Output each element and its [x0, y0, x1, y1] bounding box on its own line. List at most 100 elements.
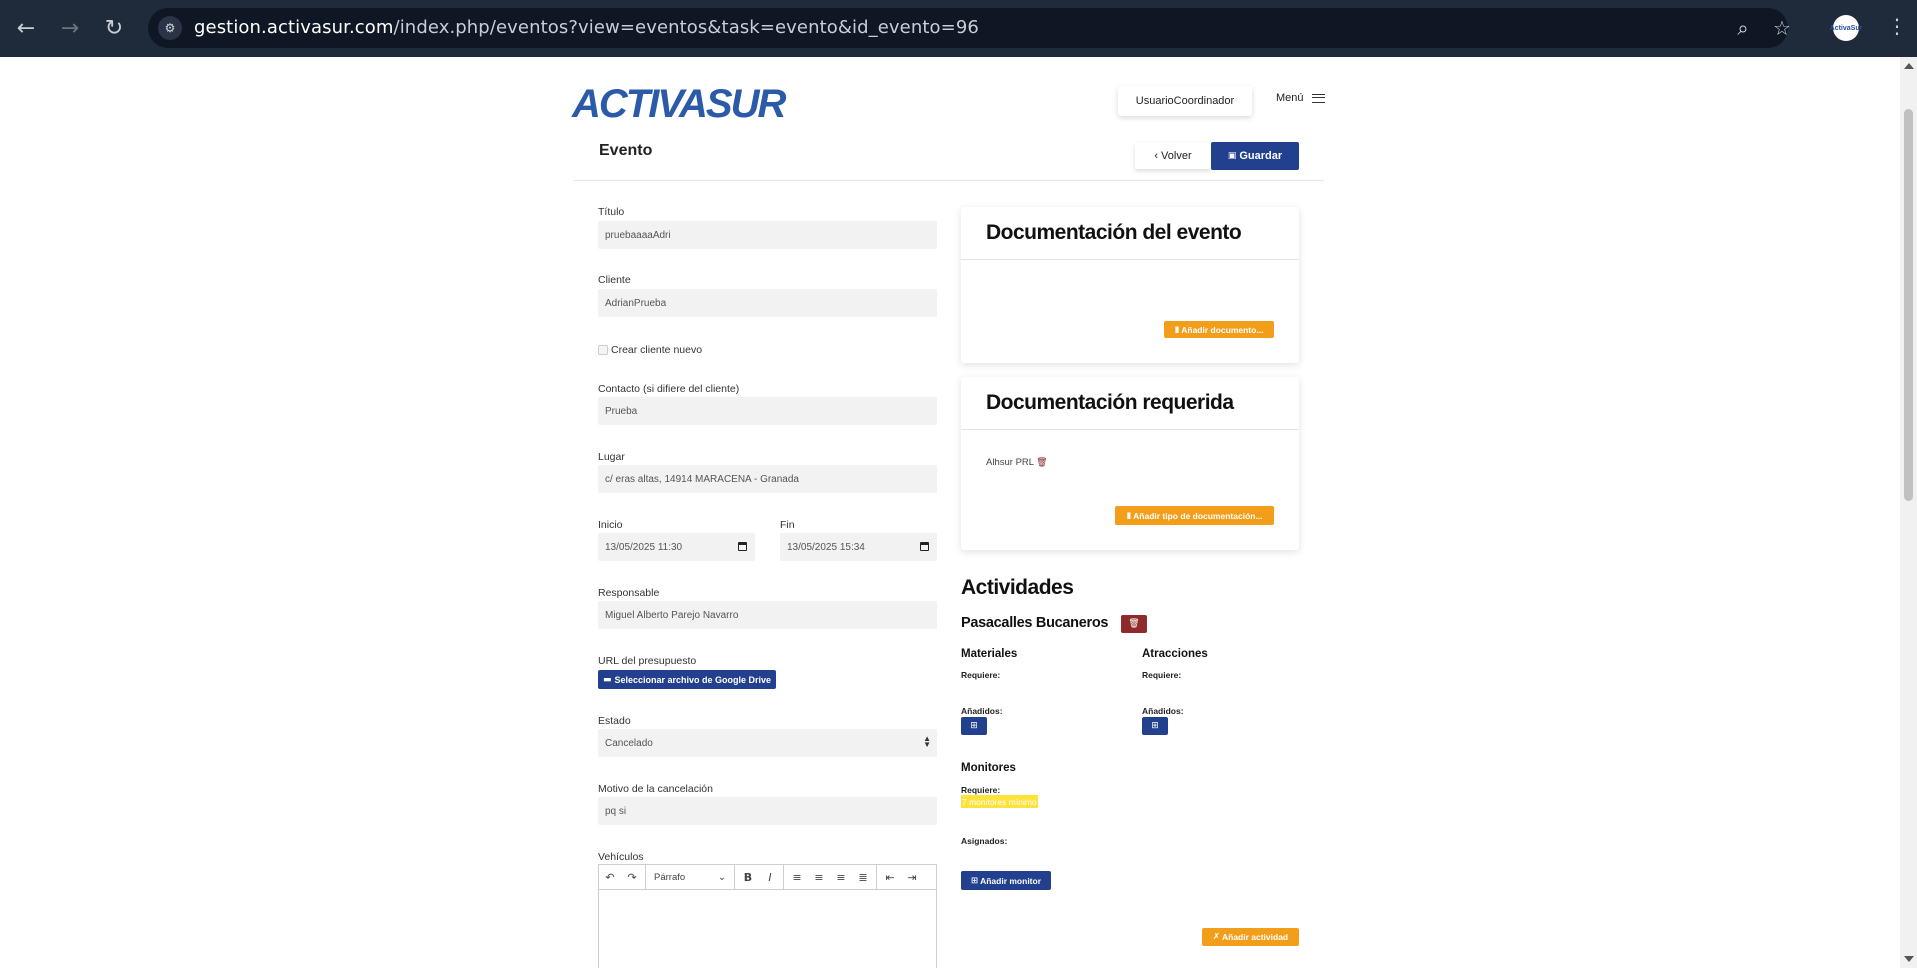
align-justify-icon[interactable]: ≣ — [852, 871, 874, 884]
monitores-heading: Monitores — [961, 762, 1016, 774]
card-header: Evento ‹ Volver ▣ Guardar — [574, 140, 1324, 181]
menu-label: Menú — [1276, 92, 1304, 104]
add-tipo-documentacion-button[interactable]: ▮ Añadir tipo de documentación... — [1115, 506, 1274, 525]
site-settings-icon[interactable]: ⚙ — [158, 16, 182, 40]
paragraph-format-value: Párrafo — [654, 871, 686, 883]
atracciones-requiere-label: Requiere: — [1142, 670, 1182, 680]
inicio-datetime-input[interactable]: 13/05/2025 11:30 — [598, 533, 755, 561]
activity-name: Pasacalles Bucaneros — [961, 615, 1109, 631]
bold-icon[interactable]: B — [737, 871, 759, 884]
add-atraccion-button[interactable]: ⊞ — [1142, 717, 1168, 735]
contacto-input[interactable]: Prueba — [598, 397, 937, 425]
crear-cliente-checkbox[interactable] — [598, 345, 608, 355]
plus-icon: ⊞ — [970, 721, 978, 731]
align-left-icon[interactable]: ≡ — [786, 871, 808, 884]
trash-icon[interactable]: 🗑 — [1036, 458, 1047, 468]
add-tipo-documentacion-label: Añadir tipo de documentación... — [1133, 510, 1263, 521]
trash-icon: 🗑 — [1128, 619, 1140, 629]
bookmark-star-icon[interactable]: ☆ — [1770, 16, 1794, 40]
fin-datetime-input[interactable]: 13/05/2025 15:34 — [780, 533, 937, 561]
atracciones-anadidos-label: Añadidos: — [1142, 706, 1184, 716]
undo-icon[interactable]: ↶ — [599, 871, 621, 884]
documentacion-requerida-panel: Documentación requerida Alhsur PRL 🗑 ▮ Añ… — [961, 377, 1299, 550]
atracciones-heading: Atracciones — [1142, 648, 1208, 660]
plus-icon: ⊞ — [1151, 721, 1159, 731]
paragraph-format-select[interactable]: Párrafo ⌄ — [648, 872, 732, 883]
vehiculos-editor[interactable]: ↶ ↷ Párrafo ⌄ B I ≡ ≡ ≡ ≣ ⇤ ⇥ — [598, 864, 937, 968]
scroll-up-arrow-icon[interactable] — [1904, 63, 1914, 69]
plus-icon: ⊞ — [970, 875, 979, 886]
address-bar[interactable]: ⚙ gestion.activasur.com/index.php/evento… — [148, 8, 1791, 48]
browser-menu-icon[interactable]: ⋮ — [1887, 14, 1907, 38]
redo-icon[interactable]: ↷ — [621, 871, 643, 884]
magic-wand-icon: ✗ — [1212, 932, 1220, 942]
forward-arrow-icon[interactable]: → — [56, 14, 84, 42]
back-button[interactable]: ‹ Volver — [1135, 143, 1211, 169]
vehiculos-label: Vehículos — [598, 851, 644, 863]
cliente-input[interactable]: AdrianPrueba — [598, 289, 937, 317]
motivo-input[interactable]: pq si — [598, 797, 937, 825]
italic-icon[interactable]: I — [759, 871, 781, 884]
add-monitor-button[interactable]: ⊞ Añadir monitor — [961, 871, 1051, 890]
align-center-icon[interactable]: ≡ — [808, 871, 830, 884]
url-presupuesto-label: URL del presupuesto — [598, 655, 697, 667]
inicio-value: 13/05/2025 11:30 — [605, 541, 683, 553]
titulo-input[interactable]: pruebaaaaAdri — [598, 221, 937, 249]
file-icon: ▮ — [1126, 510, 1132, 521]
responsable-label: Responsable — [598, 587, 660, 599]
chevron-left-icon: ‹ — [1154, 150, 1159, 162]
estado-label: Estado — [598, 715, 631, 727]
page-scrollbar[interactable] — [1900, 57, 1917, 968]
scroll-down-arrow-icon[interactable] — [1904, 956, 1914, 962]
delete-activity-button[interactable]: 🗑 — [1121, 615, 1147, 633]
responsable-input[interactable]: Miguel Alberto Parejo Navarro — [598, 601, 937, 629]
toolbar-divider — [734, 864, 735, 890]
calendar-icon[interactable] — [920, 542, 929, 551]
lugar-input[interactable]: c/ eras altas, 14914 MARACENA - Granada — [598, 465, 937, 493]
toolbar-divider — [645, 864, 646, 890]
back-label: Volver — [1161, 150, 1192, 162]
scroll-thumb[interactable] — [1904, 109, 1913, 501]
estado-value: Cancelado — [605, 737, 653, 749]
add-material-button[interactable]: ⊞ — [961, 717, 987, 735]
indent-icon[interactable]: ⇥ — [901, 871, 923, 884]
activasur-logo[interactable]: ACTIVASUR — [572, 78, 786, 126]
add-monitor-label: Añadir monitor — [980, 875, 1042, 886]
google-drive-button[interactable]: ▬ Seleccionar archivo de Google Drive — [598, 670, 776, 689]
zoom-icon[interactable]: ⌕ — [1731, 16, 1755, 40]
calendar-icon[interactable] — [738, 542, 747, 551]
materiales-heading: Materiales — [961, 648, 1018, 660]
user-button[interactable]: UsuarioCoordinador — [1118, 86, 1252, 116]
inicio-label: Inicio — [598, 519, 623, 531]
reload-icon[interactable]: ↻ — [100, 14, 128, 42]
select-arrows-icon: ▲ ▼ — [923, 734, 931, 749]
page-title: Evento — [599, 142, 653, 159]
fin-label: Fin — [780, 519, 795, 531]
add-documento-button[interactable]: ▮ Añadir documento... — [1164, 321, 1274, 338]
save-button[interactable]: ▣ Guardar — [1211, 142, 1299, 170]
fin-value: 13/05/2025 15:34 — [787, 541, 865, 553]
documentacion-requerida-title: Documentación requerida — [986, 391, 1234, 414]
actividades-heading: Actividades — [961, 576, 1074, 599]
documentacion-evento-panel: Documentación del evento ▮ Añadir documen… — [961, 207, 1299, 363]
materiales-requiere-label: Requiere: — [961, 670, 1001, 680]
monitores-requiere-value: 7 monitores mínimo — [961, 795, 1038, 808]
hamburger-icon — [1311, 93, 1325, 103]
titulo-label: Título — [598, 206, 625, 218]
lugar-label: Lugar — [598, 451, 625, 463]
add-documento-label: Añadir documento... — [1181, 324, 1264, 335]
outdent-icon[interactable]: ⇤ — [879, 871, 901, 884]
align-right-icon[interactable]: ≡ — [830, 871, 852, 884]
menu-button[interactable]: Menú — [1276, 92, 1325, 104]
crear-cliente-row[interactable]: Crear cliente nuevo — [598, 344, 702, 356]
add-actividad-button[interactable]: ✗ Añadir actividad — [1202, 928, 1299, 946]
url-host: gestion.activasur.com — [194, 17, 394, 38]
chevron-down-icon: ⌄ — [718, 871, 726, 883]
profile-avatar[interactable]: ActivaSur — [1830, 15, 1862, 41]
logo-text: ACTIVASUR — [572, 82, 786, 126]
url-text[interactable]: gestion.activasur.com/index.php/eventos?… — [194, 17, 979, 38]
panel-divider — [961, 259, 1299, 260]
back-arrow-icon[interactable]: ← — [12, 14, 40, 42]
estado-select[interactable]: Cancelado ▲ ▼ — [598, 729, 937, 757]
toolbar-divider — [876, 864, 877, 890]
